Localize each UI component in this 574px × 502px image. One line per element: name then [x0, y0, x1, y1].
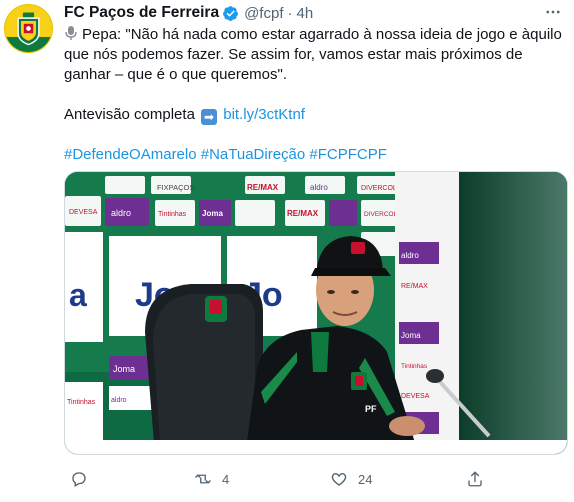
reply-button[interactable] [70, 470, 98, 488]
svg-text:RE/MAX: RE/MAX [247, 183, 279, 192]
retweet-button[interactable]: 4 [194, 470, 229, 488]
verified-badge-icon [222, 5, 239, 22]
svg-text:DEVESA: DEVESA [401, 393, 430, 400]
author-name[interactable]: FC Paços de Ferreira [64, 4, 219, 22]
svg-text:aldro: aldro [401, 251, 419, 260]
heart-icon [331, 473, 347, 486]
tweet-header: FC Paços de Ferreira @fcpf · 4h [64, 3, 313, 23]
tweet-photo[interactable]: Joma Jo a FIXPAÇOS RE/MAX aldro DIVERCOL… [64, 171, 568, 455]
separator-dot: · [287, 4, 293, 22]
preview-label: Antevisão completa [64, 106, 195, 123]
tweet-timestamp[interactable]: 4h [296, 5, 313, 22]
svg-text:a: a [69, 277, 87, 313]
svg-text:Tintinhas: Tintinhas [158, 211, 187, 218]
retweet-icon [195, 474, 211, 484]
hashtag-defendeoamarelo[interactable]: #DefendeOAmarelo [64, 146, 197, 163]
right-arrow-icon: ➡ [201, 109, 218, 125]
svg-text:Tintinhas: Tintinhas [67, 399, 96, 406]
hashtag-natuadirecao[interactable]: #NaTuaDireção [201, 146, 306, 163]
tweet-quote-paragraph: Pepa: "Não há nada como estar agarrado à… [64, 25, 564, 85]
share-icon [468, 471, 482, 487]
svg-text:aldro: aldro [111, 397, 127, 404]
svg-text:Joma: Joma [401, 331, 421, 340]
tweet-text: Pepa: "Não há nada como estar agarrado à… [64, 25, 564, 165]
svg-text:RE/MAX: RE/MAX [287, 209, 319, 218]
svg-text:Tintinhas: Tintinhas [401, 363, 428, 370]
club-crest-icon[interactable] [4, 4, 53, 53]
svg-text:DIVERCOL: DIVERCOL [364, 211, 398, 218]
more-options-icon[interactable] [540, 1, 566, 23]
svg-text:RE/MAX: RE/MAX [401, 283, 428, 290]
shirt-initials: PF [365, 404, 377, 414]
hashtag-line: #DefendeOAmarelo #NaTuaDireção #FCPFCPF [64, 145, 564, 165]
svg-text:Joma: Joma [113, 364, 135, 374]
svg-text:Joma: Joma [202, 209, 223, 218]
tweet-actions: 4 24 [64, 466, 568, 492]
svg-text:FIXPAÇOS: FIXPAÇOS [157, 183, 194, 192]
retweet-count: 4 [222, 471, 230, 487]
tweet-quote: Pepa: "Não há nada como estar agarrado à… [64, 26, 562, 83]
share-button[interactable] [466, 470, 484, 488]
hashtag-fcpfcpf[interactable]: #FCPFCPF [309, 146, 387, 163]
svg-text:DIVERCOL: DIVERCOL [361, 185, 397, 192]
tweet-card[interactable]: FC Paços de Ferreira @fcpf · 4h Pepa: "N… [0, 0, 574, 502]
author-handle[interactable]: @fcpf [244, 5, 283, 22]
preview-line: Antevisão completa ➡ bit.ly/3ctKtnf [64, 105, 564, 125]
svg-text:aldro: aldro [111, 208, 131, 218]
microphone-icon [64, 25, 78, 41]
svg-text:aldro: aldro [310, 183, 328, 192]
like-count: 24 [358, 471, 373, 487]
svg-text:DEVESA: DEVESA [69, 209, 98, 216]
preview-link[interactable]: bit.ly/3ctKtnf [223, 106, 305, 123]
like-button[interactable]: 24 [330, 470, 372, 488]
reply-icon [72, 472, 86, 487]
